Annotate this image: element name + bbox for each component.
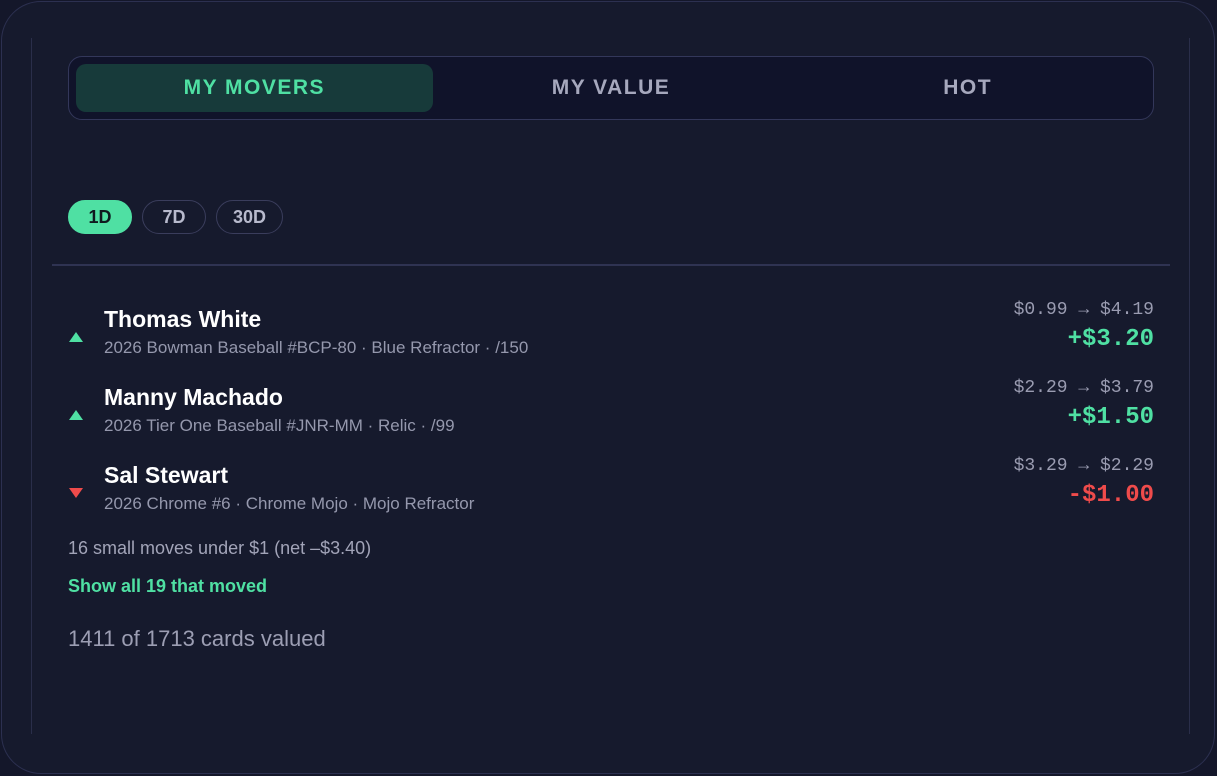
period-7d-button[interactable]: 7D (142, 200, 206, 234)
divider (52, 264, 1170, 266)
price-range: $3.29 → $2.29 (1013, 456, 1154, 476)
triangle-up-icon (69, 410, 83, 420)
period-30d-button[interactable]: 30D (216, 200, 284, 234)
tab-my-movers[interactable]: MY MOVERS (76, 64, 433, 112)
price-range: $0.99 → $4.19 (1013, 300, 1154, 320)
price-range: $2.29 → $3.79 (1013, 378, 1154, 398)
triangle-down-icon (69, 488, 83, 498)
card-player-name: Sal Stewart (104, 462, 228, 488)
small-moves-summary: 16 small moves under $1 (net –$3.40) (68, 538, 372, 558)
triangle-up-icon (69, 332, 83, 342)
show-all-link[interactable]: Show all 19 that moved (68, 576, 267, 597)
view-tabs: MY MOVERS MY VALUE HOT (68, 56, 1154, 120)
period-selector: 1D 7D 30D (68, 200, 284, 234)
card-details: 2026 Bowman Baseball #BCP-80 · Blue Refr… (104, 338, 529, 357)
movers-panel: MY MOVERS MY VALUE HOT 1D 7D 30D Thomas … (1, 1, 1215, 774)
price-change: +$3.20 (1067, 326, 1154, 353)
tab-my-value[interactable]: MY VALUE (433, 64, 790, 112)
cards-valued-count: 1411 of 1713 cards valued (68, 626, 326, 651)
card-details: 2026 Chrome #6 · Chrome Mojo · Mojo Refr… (104, 494, 475, 513)
price-change: +$1.50 (1067, 404, 1154, 431)
panel-border-right (1189, 38, 1190, 734)
price-change: -$1.00 (1067, 482, 1154, 509)
card-details: 2026 Tier One Baseball #JNR-MM · Relic ·… (104, 416, 455, 435)
mover-row[interactable]: Sal Stewart 2026 Chrome #6 · Chrome Mojo… (68, 456, 1154, 522)
card-player-name: Thomas White (104, 306, 262, 332)
tab-hot[interactable]: HOT (789, 64, 1146, 112)
panel-border-left (31, 38, 32, 734)
mover-row[interactable]: Thomas White 2026 Bowman Baseball #BCP-8… (68, 300, 1154, 366)
card-player-name: Manny Machado (104, 384, 283, 410)
mover-row[interactable]: Manny Machado 2026 Tier One Baseball #JN… (68, 378, 1154, 444)
period-1d-button[interactable]: 1D (68, 200, 132, 234)
